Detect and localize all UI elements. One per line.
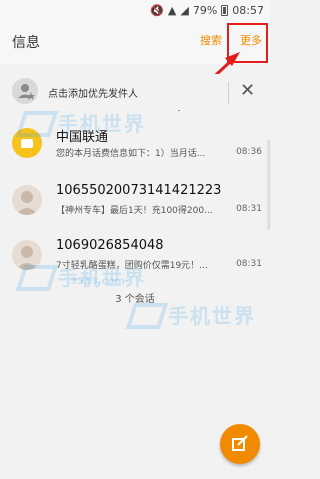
- silent-icon: 🔇: [150, 3, 164, 17]
- conversation-name: 1069026854048: [56, 238, 164, 253]
- status-icons: 🔇 ▲ ◢ 79% 08:57: [150, 3, 264, 17]
- conversation-preview: 【神州专车】最后1天！充100得200...: [56, 206, 213, 216]
- status-bar: 🔇 ▲ ◢ 79% 08:57: [0, 0, 270, 20]
- status-time: 08:57: [232, 3, 264, 17]
- priority-sender-row[interactable]: 点击添加优先发件人 ✕: [0, 74, 270, 110]
- divider: [228, 82, 229, 104]
- close-icon[interactable]: ✕: [240, 79, 255, 103]
- edge-shadow: [266, 140, 270, 230]
- conversation-name: 10655020073141421223: [56, 183, 222, 198]
- conversation-name: 中国联通: [56, 130, 109, 145]
- battery-percent: 79%: [192, 3, 218, 17]
- message-avatar-icon: [12, 128, 42, 158]
- contact-avatar-icon: [12, 185, 42, 215]
- watermark-logo-icon: [125, 303, 169, 329]
- page-title: 信息: [12, 35, 40, 51]
- conversation-item[interactable]: 1069026854048 7寸轻乳酪蛋糕，团购价仅需19元！... 08:31: [0, 232, 270, 280]
- more-button-highlight: [227, 23, 268, 63]
- contact-avatar-icon: [12, 240, 42, 270]
- conversation-item[interactable]: 中国联通 您的本月话费信息如下：1）当月话... 08:36: [0, 120, 270, 168]
- compose-button[interactable]: [220, 424, 260, 464]
- conversation-time: 08:36: [236, 147, 262, 157]
- person-star-icon: [18, 84, 35, 100]
- signal-icon: ◢: [180, 3, 189, 17]
- compose-icon: [232, 435, 248, 451]
- conversation-count: 3 个会话: [115, 294, 155, 305]
- conversation-time: 08:31: [236, 259, 262, 269]
- conversation-preview: 7寸轻乳酪蛋糕，团购价仅需19元！...: [56, 261, 208, 271]
- search-button[interactable]: 搜索: [200, 32, 222, 48]
- priority-sender-prompt: 点击添加优先发件人: [48, 89, 138, 100]
- battery-icon: [221, 4, 229, 16]
- conversation-item[interactable]: 10655020073141421223 【神州专车】最后1天！充100得200…: [0, 177, 270, 225]
- priority-sender-avatar: [12, 78, 38, 104]
- conversation-preview: 您的本月话费信息如下：1）当月话...: [56, 149, 206, 159]
- wifi-icon: ▲: [167, 3, 177, 17]
- conversation-time: 08:31: [236, 204, 262, 214]
